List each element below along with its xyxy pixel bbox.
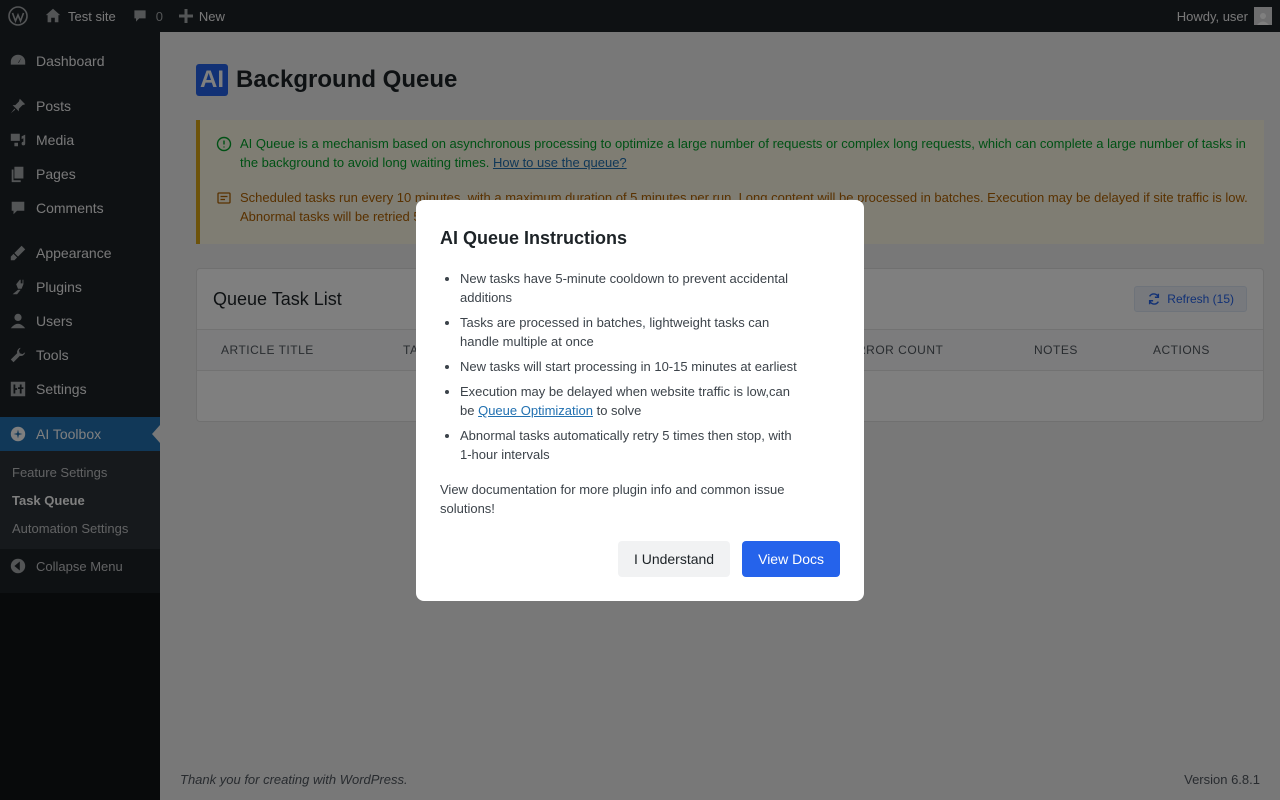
- view-docs-button[interactable]: View Docs: [742, 541, 840, 577]
- modal-actions: I Understand View Docs: [617, 541, 840, 577]
- understand-button[interactable]: I Understand: [617, 541, 731, 577]
- instructions-modal: AI Queue Instructions New tasks have 5-m…: [416, 200, 864, 601]
- modal-title: AI Queue Instructions: [440, 228, 628, 248]
- list-item: New tasks will start processing in 10-15…: [460, 357, 840, 376]
- list-item: Abnormal tasks automatically retry 5 tim…: [460, 426, 840, 464]
- modal-note: View documentation for more plugin info …: [440, 482, 785, 516]
- instructions-list: New tasks have 5-minute cooldown to prev…: [440, 269, 840, 464]
- queue-optimization-link[interactable]: Queue Optimization: [478, 403, 593, 418]
- list-item: Execution may be delayed when website tr…: [460, 382, 840, 420]
- list-item: New tasks have 5-minute cooldown to prev…: [460, 269, 840, 307]
- list-item-text: to solve: [592, 403, 642, 418]
- list-item: Tasks are processed in batches, lightwei…: [460, 313, 840, 351]
